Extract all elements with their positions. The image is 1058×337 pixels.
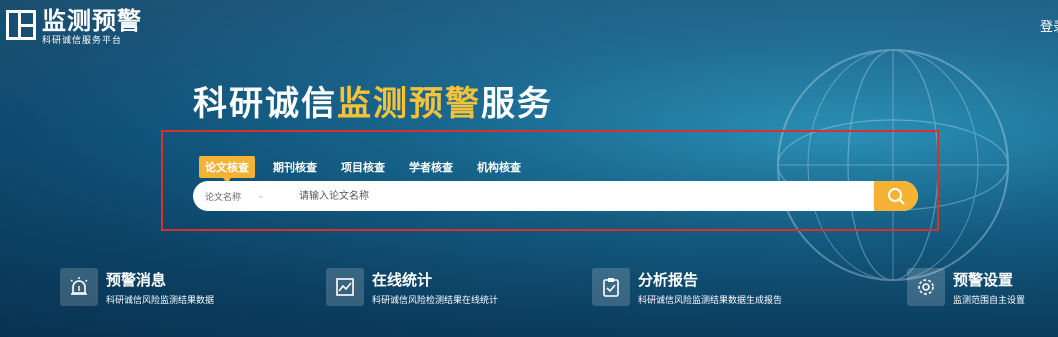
tab-institution-check[interactable]: 机构核查 (471, 156, 527, 178)
feature-desc: 监测范围自主设置 (953, 296, 1026, 306)
alarm-icon (60, 268, 98, 306)
hero-title: 科研诚信监测预警服务 (193, 76, 553, 125)
feature-analysis-report[interactable]: 分析报告 科研诚信风险监测结果数据生成报告 (592, 268, 782, 308)
tab-paper-check[interactable]: 论文核查 (199, 156, 255, 183)
feature-title: 预警设置 (953, 271, 1014, 289)
chevron-down-icon: ⌄ (257, 191, 265, 201)
search-input[interactable] (285, 189, 874, 203)
search-icon (888, 188, 905, 205)
hero-title-prefix: 科研诚信 (193, 84, 337, 124)
logo[interactable]: 监测预警 科研诚信服务平台 (6, 8, 142, 47)
search-tabs: 论文核查 期刊核查 项目核查 学者核查 机构核查 (199, 156, 539, 183)
tab-journal-check[interactable]: 期刊核查 (267, 156, 323, 178)
clipboard-check-icon (592, 268, 630, 306)
feature-title: 预警消息 (106, 271, 167, 289)
chart-icon (326, 268, 364, 306)
gear-icon (907, 268, 945, 306)
feature-online-stats[interactable]: 在线统计 科研诚信风险检测结果在线统计 (326, 268, 498, 308)
tab-scholar-check[interactable]: 学者核查 (403, 156, 459, 178)
feature-alerts[interactable]: 预警消息 科研诚信风险监测结果数据 (60, 268, 214, 308)
tab-project-check[interactable]: 项目核查 (335, 156, 391, 178)
feature-title: 分析报告 (638, 271, 699, 289)
feature-title: 在线统计 (372, 271, 433, 289)
hero-title-highlight: 监测预警 (337, 84, 481, 124)
logo-subtitle: 科研诚信服务平台 (42, 36, 123, 46)
feature-alert-settings[interactable]: 预警设置 监测范围自主设置 (907, 268, 1025, 308)
search-button[interactable] (874, 181, 918, 211)
logo-title: 监测预警 (42, 7, 142, 35)
feature-desc: 科研诚信风险检测结果在线统计 (372, 296, 499, 306)
search-field-select-value: 论文名称 (205, 192, 242, 203)
logo-icon (6, 10, 36, 40)
hero-title-suffix: 服务 (481, 84, 553, 124)
login-link[interactable]: 登录 (1040, 16, 1058, 35)
feature-desc: 科研诚信风险监测结果数据生成报告 (638, 296, 783, 306)
search-bar: 论文名称 ⌄ (193, 181, 918, 211)
search-field-select[interactable]: 论文名称 ⌄ (193, 190, 285, 203)
feature-list: 预警消息 科研诚信风险监测结果数据 在线统计 科研诚信风险检测结果在线统计 分析… (0, 268, 1058, 318)
feature-desc: 科研诚信风险监测结果数据 (106, 296, 215, 306)
